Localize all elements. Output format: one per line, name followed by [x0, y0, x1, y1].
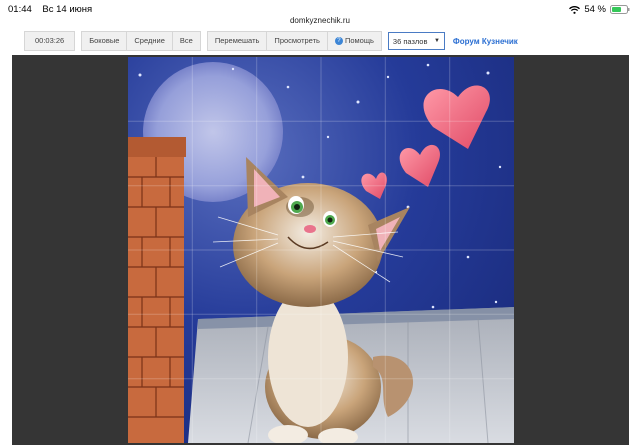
battery-icon	[610, 5, 630, 14]
pieces-count-value: 36 пазлов	[392, 36, 428, 46]
address-bar[interactable]: domkyznechik.ru	[0, 16, 640, 25]
middle-pieces-button[interactable]: Средние	[127, 31, 173, 51]
puzzle-toolbar: 00:03:26 Боковые Средние Все Перемешать …	[24, 31, 518, 51]
pieces-count-select[interactable]: 36 пазлов ▼	[387, 32, 445, 50]
wifi-icon	[569, 5, 581, 14]
preview-button[interactable]: Просмотреть	[267, 31, 328, 51]
all-pieces-button[interactable]: Все	[172, 31, 201, 51]
edge-pieces-button[interactable]: Боковые	[81, 31, 128, 51]
timer-display: 00:03:26	[24, 31, 76, 51]
chevron-down-icon: ▼	[433, 38, 440, 44]
help-icon: ?	[334, 37, 343, 46]
status-date: Вс 14 июня	[42, 4, 93, 15]
battery-percent: 54 %	[584, 4, 606, 15]
puzzle-grid	[128, 57, 514, 443]
help-label: Помощь	[344, 36, 374, 45]
puzzle-image[interactable]	[128, 57, 514, 443]
shuffle-button[interactable]: Перемешать	[206, 31, 268, 51]
forum-link[interactable]: Форум Кузнечик	[453, 37, 518, 46]
help-button[interactable]: ? Помощь	[327, 31, 382, 51]
status-time: 01:44	[8, 4, 32, 15]
